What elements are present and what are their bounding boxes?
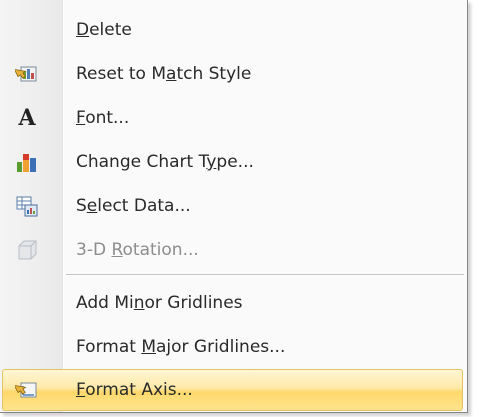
menu-separator <box>66 274 464 276</box>
font-icon: A <box>18 105 36 131</box>
menu-item-select-data[interactable]: Select Data... <box>2 185 463 227</box>
3d-rotation-icon <box>15 238 39 262</box>
menu-item-change-chart-type[interactable]: Change Chart Type... <box>2 141 463 183</box>
menu-item-font[interactable]: A Font... <box>2 97 463 139</box>
menu-item-label: Format Major Gridlines... <box>76 337 286 357</box>
menu-item-delete[interactable]: Delete <box>2 9 463 51</box>
menu-item-format-axis[interactable]: Format Axis... <box>2 369 463 411</box>
menu-item-label: Select Data... <box>76 196 191 216</box>
menu-item-reset-to-match-style[interactable]: Reset to Match Style <box>2 53 463 95</box>
menu-item-3d-rotation: 3-D Rotation... <box>2 229 463 271</box>
menu-item-label: Change Chart Type... <box>76 152 254 172</box>
context-menu: Delete Reset to Match Style A Font... Ch… <box>0 0 468 413</box>
menu-item-label: Format Axis... <box>76 380 193 400</box>
reset-style-icon <box>13 62 39 86</box>
select-data-icon <box>15 194 39 218</box>
menu-item-label: Reset to Match Style <box>76 64 252 84</box>
format-axis-icon <box>13 378 39 402</box>
menu-item-label: Font... <box>76 108 130 128</box>
menu-item-add-minor-gridlines[interactable]: Add Minor Gridlines <box>2 282 463 324</box>
menu-item-format-major-gridlines[interactable]: Format Major Gridlines... <box>2 326 463 368</box>
chart-type-icon <box>15 150 39 174</box>
menu-item-label: Delete <box>76 20 132 40</box>
menu-item-label: Add Minor Gridlines <box>76 293 243 313</box>
menu-item-label: 3-D Rotation... <box>76 240 199 260</box>
